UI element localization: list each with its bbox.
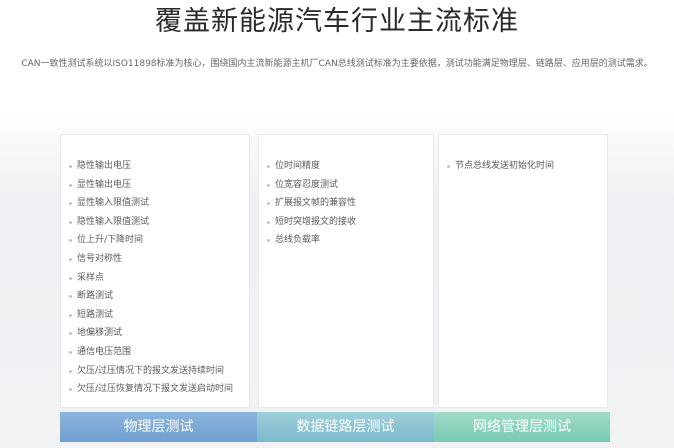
- layer-tabs: 物理层测试 数据链路层测试 网络管理层测试: [60, 412, 610, 442]
- physical-layer-panel: 隐性输出电压 显性输出电压 显性输入限值测试 隐性输入限值测试 位上升/下降时间…: [60, 134, 250, 408]
- physical-layer-list: 隐性输出电压 显性输出电压 显性输入限值测试 隐性输入限值测试 位上升/下降时间…: [61, 135, 249, 399]
- list-item: 位上升/下降时间: [69, 231, 249, 250]
- list-item: 地偏移测试: [69, 324, 249, 343]
- network-management-panel: 节点总线发送初始化时间: [438, 134, 608, 408]
- list-item: 位时间精度: [267, 157, 433, 176]
- list-item: 信号对称性: [69, 250, 249, 269]
- list-item: 采样点: [69, 269, 249, 288]
- tab-physical-layer[interactable]: 物理层测试: [60, 412, 257, 442]
- list-item: 断路测试: [69, 287, 249, 306]
- list-item: 隐性输出电压: [69, 157, 249, 176]
- list-item: 显性输入限值测试: [69, 194, 249, 213]
- data-link-layer-panel: 位时间精度 位宽容忍度测试 扩展报文帧的兼容性 短时突增报文的接收 总线负载率: [258, 134, 434, 408]
- tab-network-management[interactable]: 网络管理层测试: [434, 412, 610, 442]
- list-item: 欠压/过压情况下的报文发送持续时间: [69, 362, 249, 381]
- list-item: 总线负载率: [267, 231, 433, 250]
- list-item: 短时突增报文的接收: [267, 213, 433, 232]
- list-item: 扩展报文帧的兼容性: [267, 194, 433, 213]
- page-title: 覆盖新能源汽车行业主流标准: [155, 6, 519, 37]
- list-item: 短路测试: [69, 306, 249, 325]
- list-item: 通信电压范围: [69, 343, 249, 362]
- data-link-layer-list: 位时间精度 位宽容忍度测试 扩展报文帧的兼容性 短时突增报文的接收 总线负载率: [259, 135, 433, 250]
- network-management-list: 节点总线发送初始化时间: [439, 135, 607, 176]
- list-item: 欠压/过压恢复情况下报文发送启动时间: [69, 380, 249, 399]
- tab-data-link-layer[interactable]: 数据链路层测试: [257, 412, 434, 442]
- list-item: 位宽容忍度测试: [267, 176, 433, 195]
- list-item: 显性输出电压: [69, 176, 249, 195]
- list-item: 节点总线发送初始化时间: [447, 157, 607, 176]
- page-description: CAN一致性测试系统以ISO11898标准为核心，围绕国内主流新能源主机厂CAN…: [21, 59, 653, 69]
- list-item: 隐性输入限值测试: [69, 213, 249, 232]
